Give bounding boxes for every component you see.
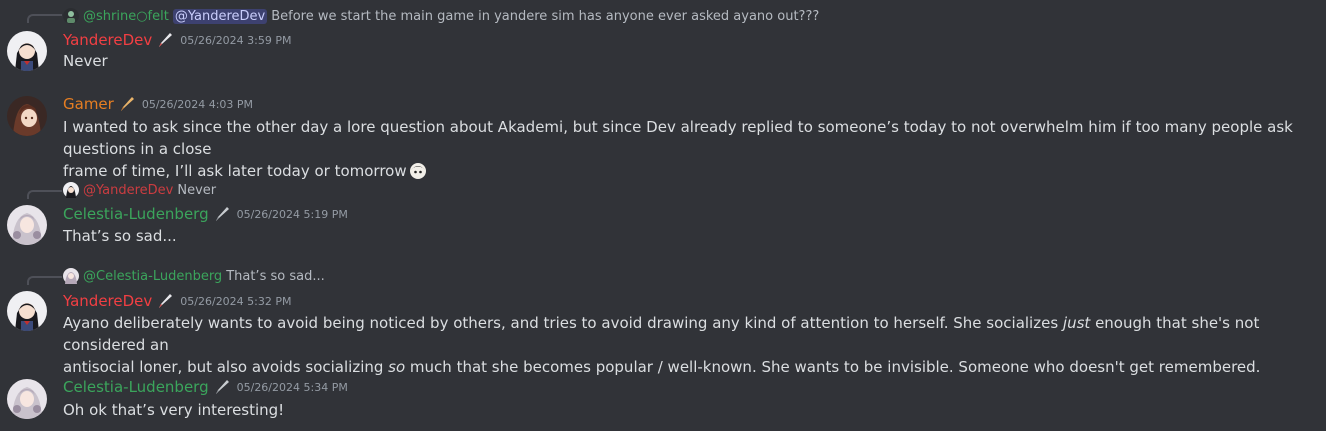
message-header: Gamer 05/26/2024 4:03 PM xyxy=(63,93,253,115)
knife-badge-icon xyxy=(118,95,136,113)
message-content: Never xyxy=(63,52,108,70)
reply-preview[interactable]: @Celestia-Ludenberg That’s so sad... xyxy=(63,267,325,285)
italic-text: so xyxy=(388,358,406,376)
reply-connector xyxy=(27,14,62,23)
reply-text: Never xyxy=(177,182,217,198)
reply-author[interactable]: @Celestia-Ludenberg xyxy=(83,269,222,284)
content-line: frame of time, I’ll ask later today or t… xyxy=(63,162,407,180)
reply-avatar xyxy=(63,8,79,24)
reply-avatar xyxy=(63,182,79,198)
text-run: Ayano deliberately wants to avoid being … xyxy=(63,314,1063,332)
author-name[interactable]: YandereDev xyxy=(63,31,152,49)
reply-text: Before we start the main game in yandere… xyxy=(271,8,820,24)
reply-preview[interactable]: @shrine○felt @YandereDev Before we start… xyxy=(63,7,819,25)
reply-avatar xyxy=(63,268,79,284)
content-line-with-emoji: frame of time, I’ll ask later today or t… xyxy=(63,160,1313,182)
message-content: That’s so sad... xyxy=(63,227,177,245)
timestamp[interactable]: 05/26/2024 5:32 PM xyxy=(180,295,291,308)
reply-preview[interactable]: @YandereDev Never xyxy=(63,181,216,199)
knife-badge-icon xyxy=(213,205,231,223)
knife-badge-icon xyxy=(156,292,174,310)
author-name[interactable]: Celestia-Ludenberg xyxy=(63,378,209,396)
custom-emoji-icon[interactable] xyxy=(409,162,427,180)
italic-text: just xyxy=(1062,314,1091,332)
content-line: I wanted to ask since the other day a lo… xyxy=(63,118,1293,158)
avatar[interactable] xyxy=(7,96,47,136)
message-header: YandereDev 05/26/2024 3:59 PM xyxy=(63,29,292,51)
timestamp[interactable]: 05/26/2024 3:59 PM xyxy=(180,34,291,47)
avatar[interactable] xyxy=(7,205,47,245)
timestamp[interactable]: 05/26/2024 5:34 PM xyxy=(237,381,348,394)
text-run: much that she becomes popular / well-kno… xyxy=(405,358,1261,376)
content-line: Ayano deliberately wants to avoid being … xyxy=(63,312,1313,356)
message-content: I wanted to ask since the other day a lo… xyxy=(63,116,1313,182)
timestamp[interactable]: 05/26/2024 5:19 PM xyxy=(237,208,348,221)
avatar[interactable] xyxy=(7,291,47,331)
content-line: antisocial loner, but also avoids social… xyxy=(63,356,1313,378)
message-content: Ayano deliberately wants to avoid being … xyxy=(63,312,1313,378)
text-run: antisocial loner, but also avoids social… xyxy=(63,358,389,376)
author-name[interactable]: YandereDev xyxy=(63,292,152,310)
message-header: Celestia-Ludenberg 05/26/2024 5:19 PM xyxy=(63,203,348,225)
reply-author[interactable]: @shrine○felt xyxy=(83,9,169,24)
reply-mention[interactable]: @YandereDev xyxy=(172,8,268,24)
timestamp[interactable]: 05/26/2024 4:03 PM xyxy=(142,98,253,111)
author-name[interactable]: Gamer xyxy=(63,95,114,113)
message-header: YandereDev 05/26/2024 5:32 PM xyxy=(63,290,292,312)
author-name[interactable]: Celestia-Ludenberg xyxy=(63,205,209,223)
reply-connector xyxy=(27,276,62,285)
message-header: Celestia-Ludenberg 05/26/2024 5:34 PM xyxy=(63,376,348,398)
reply-text: That’s so sad... xyxy=(226,268,325,284)
avatar[interactable] xyxy=(7,379,47,419)
knife-badge-icon xyxy=(156,31,174,49)
avatar[interactable] xyxy=(7,31,47,71)
knife-badge-icon xyxy=(213,378,231,396)
reply-author[interactable]: @YandereDev xyxy=(83,183,173,198)
reply-connector xyxy=(27,190,62,199)
message-content: Oh ok that’s very interesting! xyxy=(63,401,285,419)
